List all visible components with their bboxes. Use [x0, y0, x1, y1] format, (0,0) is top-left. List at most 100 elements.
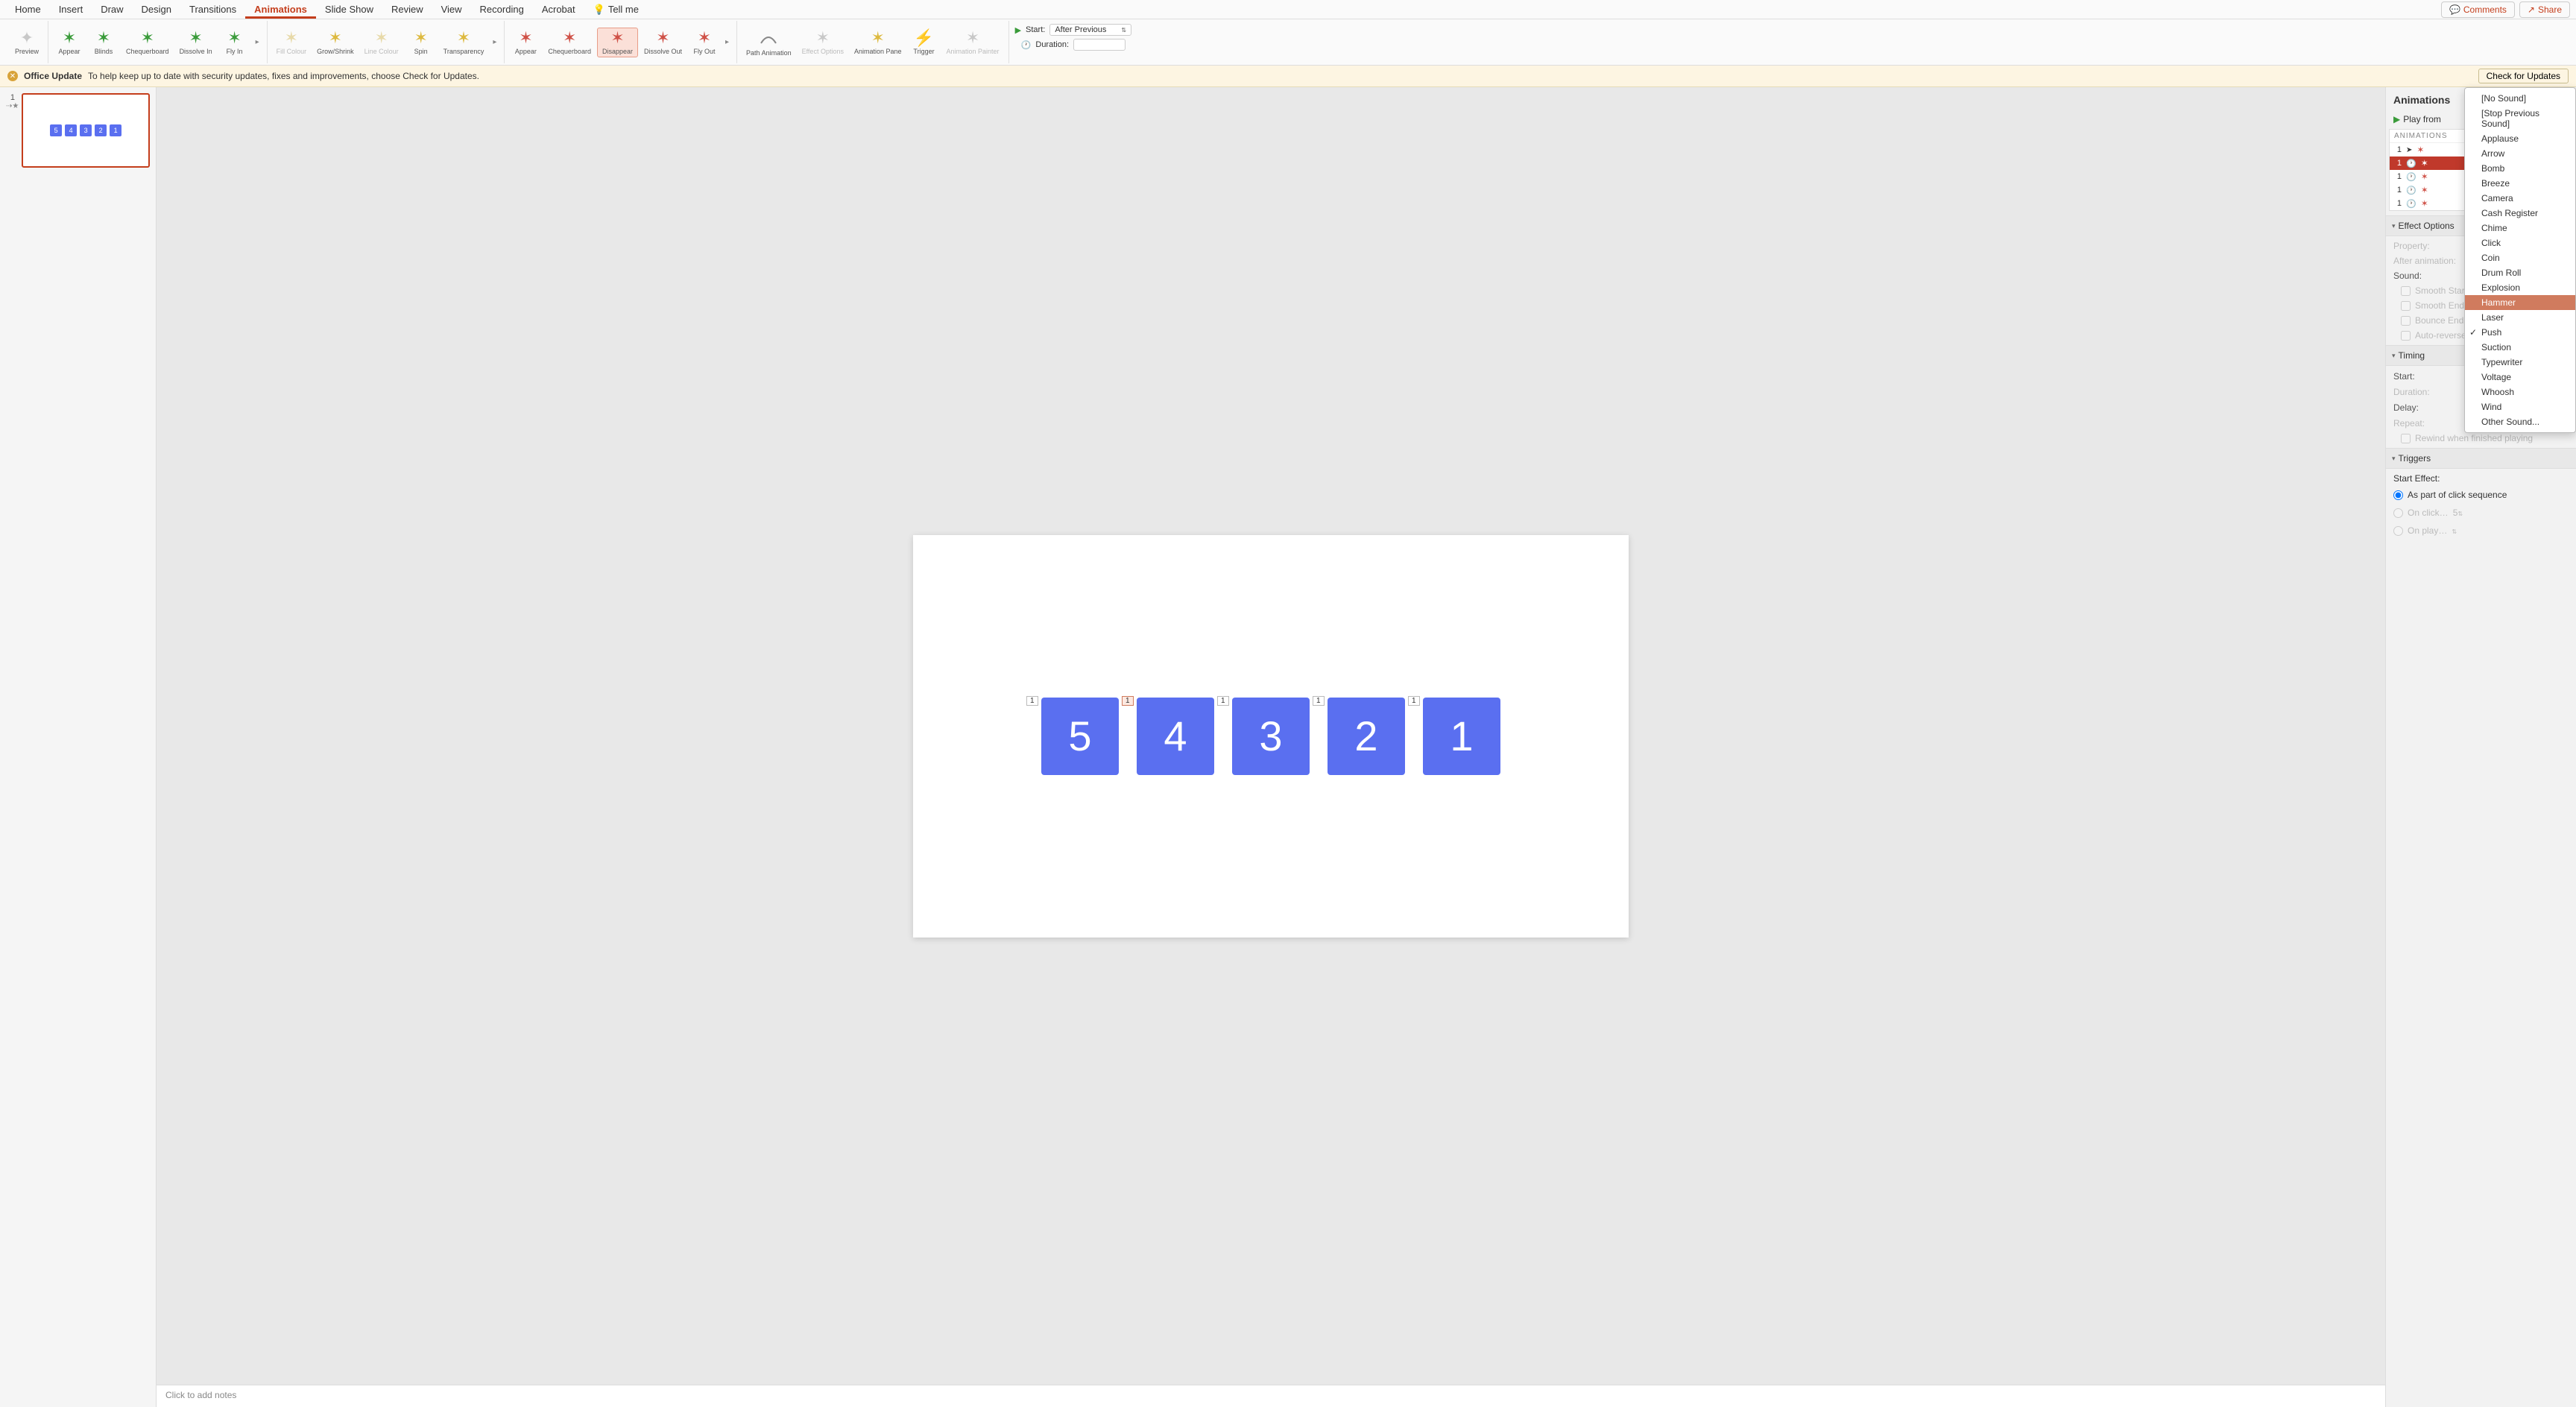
timing-delay-label: Delay:: [2393, 402, 2419, 413]
menu-slideshow[interactable]: Slide Show: [316, 1, 382, 18]
sound-option[interactable]: Drum Roll: [2465, 265, 2575, 280]
sound-option[interactable]: Push: [2465, 325, 2575, 340]
timing-duration-label: Duration:: [2393, 387, 2430, 397]
entrance-more[interactable]: ▸: [253, 38, 262, 46]
entrance-dissolve-in[interactable]: ✶Dissolve In: [175, 28, 217, 57]
emphasis-more[interactable]: ▸: [490, 38, 499, 46]
play-icon: ▶: [1015, 25, 1021, 35]
share-icon: ↗: [2528, 4, 2535, 15]
emphasis-transparency[interactable]: ✶Transparency: [439, 28, 489, 57]
sound-option[interactable]: [Stop Previous Sound]: [2465, 106, 2575, 131]
share-button[interactable]: ↗Share: [2519, 1, 2570, 18]
menu-animations[interactable]: Animations: [245, 1, 316, 19]
triggers-section[interactable]: ▾Triggers: [2386, 448, 2576, 469]
animation-painter-button[interactable]: ✶Animation Painter: [942, 28, 1004, 57]
slide-thumbnail-1[interactable]: 5 4 3 2 1: [22, 93, 150, 168]
exit-fly-out[interactable]: ✶Fly Out: [688, 28, 721, 57]
menu-review[interactable]: Review: [382, 1, 432, 18]
menu-recording[interactable]: Recording: [471, 1, 533, 18]
clock-icon: 🕐: [1021, 40, 1032, 50]
sound-option[interactable]: Cash Register: [2465, 206, 2575, 221]
slide-thumbnails: 1 ⇢★ 5 4 3 2 1: [0, 87, 157, 1407]
start-select[interactable]: After Previous⇅: [1049, 24, 1131, 36]
emphasis-fill[interactable]: ✶Fill Colour: [272, 28, 312, 57]
menu-acrobat[interactable]: Acrobat: [533, 1, 584, 18]
animation-pane-button[interactable]: ✶Animation Pane: [850, 28, 906, 57]
shape-4[interactable]: 4: [1137, 698, 1214, 775]
sound-option[interactable]: Suction: [2465, 340, 2575, 355]
advanced-group: Path Animation ✶Effect Options ✶Animatio…: [737, 21, 1009, 63]
star-icon: ✶: [227, 30, 241, 46]
duration-input[interactable]: [1073, 39, 1126, 51]
comments-button[interactable]: 💬Comments: [2441, 1, 2515, 18]
trigger-button[interactable]: ⚡Trigger: [908, 28, 941, 57]
after-animation-label: After animation:: [2393, 256, 2456, 266]
entrance-group: ✶Appear ✶Blinds ✶Chequerboard ✶Dissolve …: [48, 21, 268, 63]
shape-3[interactable]: 3: [1232, 698, 1310, 775]
sound-option[interactable]: Applause: [2465, 131, 2575, 146]
exit-chequerboard[interactable]: ✶Chequerboard: [543, 28, 596, 57]
sound-option[interactable]: Voltage: [2465, 370, 2575, 385]
check-updates-button[interactable]: Check for Updates: [2478, 69, 2569, 83]
star-icon: ✶: [141, 30, 154, 46]
sound-option[interactable]: Hammer: [2465, 295, 2575, 310]
anim-tag[interactable]: 1: [1313, 696, 1325, 706]
sound-dropdown[interactable]: [No Sound][Stop Previous Sound]ApplauseA…: [2464, 87, 2576, 433]
sound-option[interactable]: Breeze: [2465, 176, 2575, 191]
menu-home[interactable]: Home: [6, 1, 50, 18]
sound-option[interactable]: Other Sound...: [2465, 414, 2575, 429]
sound-option[interactable]: Typewriter: [2465, 355, 2575, 370]
sound-option[interactable]: Bomb: [2465, 161, 2575, 176]
exit-group: ✶Appear ✶Chequerboard ✶Disappear ✶Dissol…: [505, 21, 737, 63]
sound-option[interactable]: Chime: [2465, 221, 2575, 235]
menu-design[interactable]: Design: [133, 1, 180, 18]
sound-option[interactable]: Whoosh: [2465, 385, 2575, 399]
effect-options-button[interactable]: ✶Effect Options: [798, 28, 848, 57]
sound-option[interactable]: [No Sound]: [2465, 91, 2575, 106]
emphasis-line[interactable]: ✶Line Colour: [360, 28, 403, 57]
exit-appear[interactable]: ✶Appear: [509, 28, 542, 57]
shape-2[interactable]: 2: [1328, 698, 1405, 775]
sound-option[interactable]: Coin: [2465, 250, 2575, 265]
emphasis-spin[interactable]: ✶Spin: [405, 28, 438, 57]
entrance-appear[interactable]: ✶Appear: [53, 28, 86, 57]
star-icon: ✶: [610, 30, 624, 46]
menu-insert[interactable]: Insert: [50, 1, 92, 18]
menubar: Home Insert Draw Design Transitions Anim…: [0, 0, 2576, 19]
trigger-sequence-radio[interactable]: [2393, 490, 2403, 500]
entrance-fly-in[interactable]: ✶Fly In: [218, 28, 251, 57]
menu-transitions[interactable]: Transitions: [180, 1, 245, 18]
star-icon: ✶: [189, 30, 202, 46]
anim-tag[interactable]: 1: [1408, 696, 1420, 706]
property-label: Property:: [2393, 241, 2430, 251]
sound-option[interactable]: Wind: [2465, 399, 2575, 414]
emphasis-grow[interactable]: ✶Grow/Shrink: [312, 28, 359, 57]
menu-view[interactable]: View: [432, 1, 471, 18]
exit-disappear[interactable]: ✶Disappear: [597, 28, 638, 57]
anim-tag[interactable]: 1: [1122, 696, 1134, 706]
tell-me[interactable]: 💡Tell me: [584, 1, 648, 19]
sound-option[interactable]: Arrow: [2465, 146, 2575, 161]
menu-draw[interactable]: Draw: [92, 1, 132, 18]
clock-icon: 🕐: [2406, 186, 2416, 195]
sound-option[interactable]: Camera: [2465, 191, 2575, 206]
play-icon: ▶: [2393, 114, 2400, 124]
preview-icon: ✦: [20, 30, 34, 46]
sound-option[interactable]: Click: [2465, 235, 2575, 250]
path-animation-button[interactable]: Path Animation: [742, 27, 796, 58]
exit-more[interactable]: ▸: [722, 38, 732, 46]
anim-tag[interactable]: 1: [1026, 696, 1038, 706]
chevron-down-icon: ▾: [2392, 352, 2396, 360]
sound-option[interactable]: Laser: [2465, 310, 2575, 325]
entrance-blinds[interactable]: ✶Blinds: [87, 28, 120, 57]
preview-button[interactable]: ✦ Preview: [10, 28, 43, 57]
shape-5[interactable]: 5: [1041, 698, 1119, 775]
shape-1[interactable]: 1: [1423, 698, 1500, 775]
sound-option[interactable]: Explosion: [2465, 280, 2575, 295]
notes-area[interactable]: Click to add notes: [157, 1385, 2385, 1407]
anim-tag[interactable]: 1: [1217, 696, 1229, 706]
entrance-chequerboard[interactable]: ✶Chequerboard: [121, 28, 174, 57]
slide[interactable]: 15 14 13 12 11: [913, 535, 1629, 938]
exit-dissolve-out[interactable]: ✶Dissolve Out: [640, 28, 686, 57]
chevron-down-icon: ▾: [2392, 455, 2396, 463]
